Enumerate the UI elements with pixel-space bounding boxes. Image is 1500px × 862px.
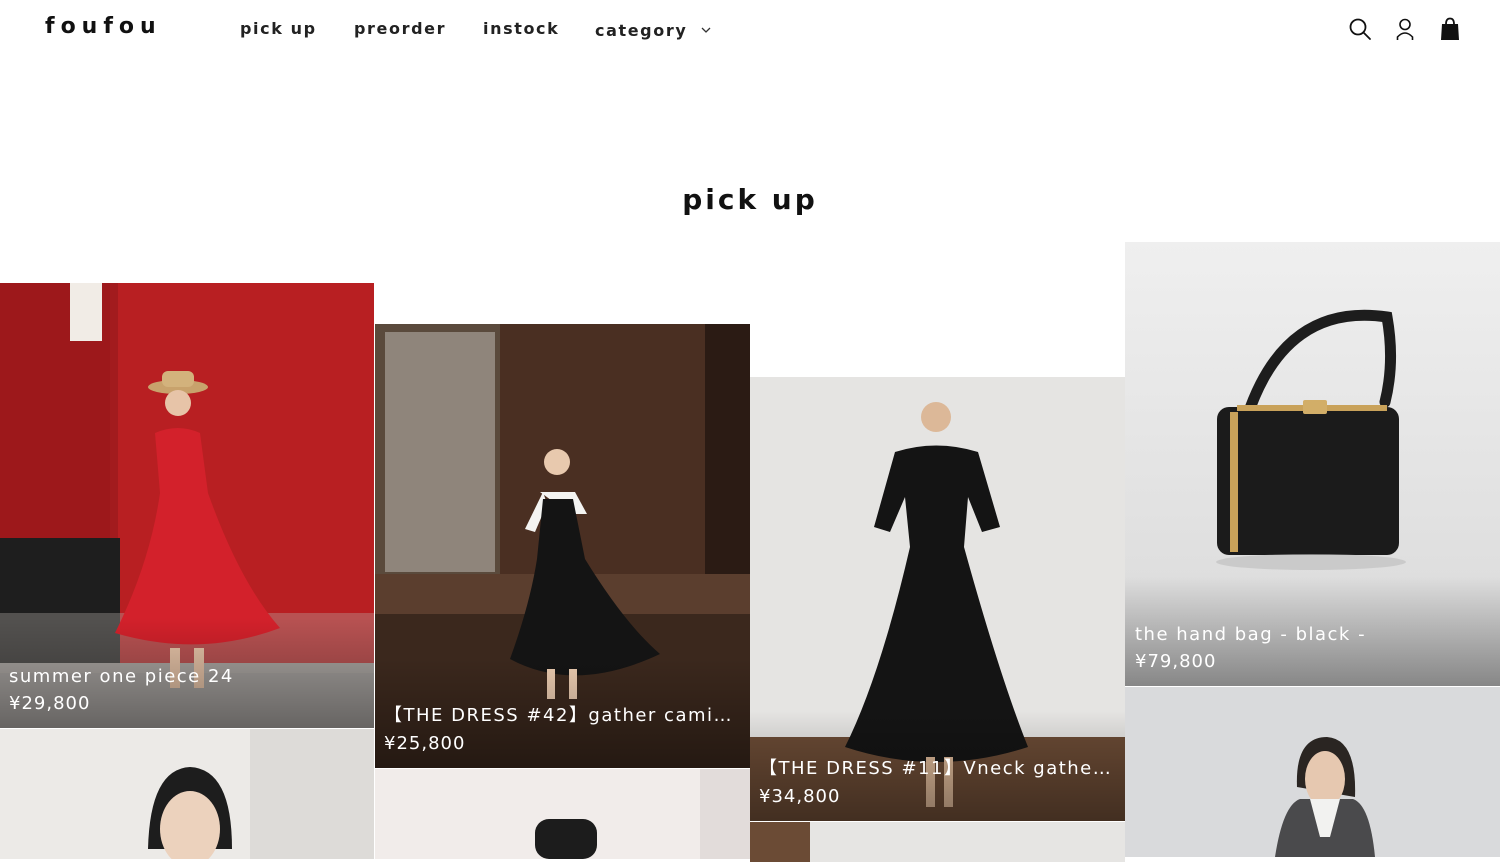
product-card[interactable]: 【THE DRESS #11】Vneck gather on... ¥34,80… [750,377,1125,821]
product-card[interactable] [1125,687,1500,857]
search-icon[interactable] [1347,16,1373,42]
product-card[interactable]: summer one piece 24 ¥29,800 [0,283,374,728]
product-name: the hand bag - black - [1135,624,1367,645]
product-card[interactable]: the hand bag - black - ¥79,800 [1125,242,1500,686]
product-image [0,729,374,859]
product-price: ¥25,800 [384,733,466,754]
product-card[interactable] [750,822,1125,862]
product-name: summer one piece 24 [9,666,234,687]
product-name: 【THE DRESS #11】Vneck gather on... [759,758,1113,779]
product-card[interactable] [0,729,374,859]
product-image [750,822,1125,862]
nav-pick-up[interactable]: pick up [240,19,317,38]
product-price: ¥79,800 [1135,651,1217,672]
product-price: ¥29,800 [9,693,91,714]
product-name: 【THE DRESS #42】gather camisole... [384,705,738,726]
account-icon[interactable] [1392,16,1418,42]
product-price: ¥34,800 [759,786,841,807]
product-card[interactable]: 【THE DRESS #42】gather camisole... ¥25,80… [375,324,750,768]
nav-preorder[interactable]: preorder [354,19,446,38]
product-image [1125,687,1500,857]
nav-category-label: category [595,21,688,40]
product-image [375,769,750,859]
bag-icon[interactable] [1437,16,1463,42]
product-card[interactable] [375,769,750,859]
site-header: foufou pick up preorder instock category [0,0,1500,60]
nav-instock[interactable]: instock [483,19,559,38]
nav-category[interactable]: category [595,19,711,40]
page-title: pick up [682,182,818,216]
site-logo[interactable]: foufou [45,14,162,39]
chevron-down-icon [701,19,711,38]
